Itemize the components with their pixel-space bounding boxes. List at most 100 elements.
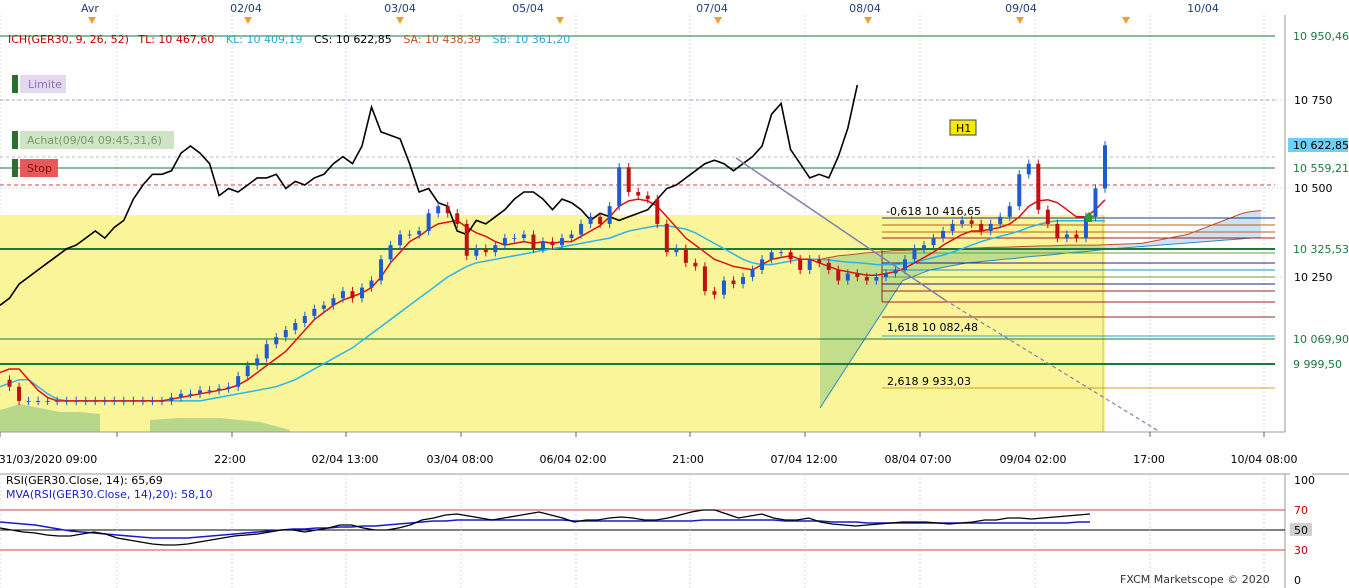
time-tick-label: 08/04 07:00: [885, 453, 952, 466]
candle-up: [293, 323, 298, 331]
candle-down: [598, 216, 603, 224]
top-axis-bg: [0, 0, 1285, 15]
candle-down: [864, 277, 869, 281]
candle-up: [436, 206, 441, 214]
candle-up: [1103, 145, 1107, 189]
candle-down: [7, 379, 12, 387]
candle-down: [836, 269, 841, 281]
fib-label-2618: 2,618 9 933,03: [887, 375, 971, 388]
price-tag-label: 10 950,46: [1293, 30, 1349, 43]
candle-up: [1064, 234, 1069, 239]
candle-up: [207, 390, 212, 392]
candle-up: [1026, 163, 1031, 175]
candle-up: [560, 238, 565, 246]
candle-up: [922, 245, 927, 249]
footer-credit: FXCM Marketscope © 2020: [1120, 573, 1270, 586]
candle-up: [874, 277, 879, 281]
candle-up: [236, 376, 241, 387]
candle-up: [960, 220, 965, 224]
candle-down: [712, 291, 717, 295]
candle-down: [817, 259, 822, 263]
candle-down: [683, 248, 688, 263]
candle-up: [274, 337, 279, 345]
candle-up: [188, 393, 193, 395]
chart-canvas[interactable]: Avr 02/04 03/04 05/04 07/04 08/04 09/04 10/04 1…: [0, 0, 1349, 588]
time-tick-label: 31/03/2020 09:00: [0, 453, 97, 466]
price-tick-label: 10 500: [1294, 182, 1333, 195]
candle-up: [579, 223, 584, 235]
candle-up: [1007, 206, 1012, 217]
candle-up: [750, 269, 755, 277]
candle-up: [540, 241, 545, 249]
candle-down: [655, 199, 660, 224]
price-tag-label: 9 999,50: [1293, 358, 1342, 371]
fib-label-neg0618: -0,618 10 416,65: [886, 205, 981, 218]
time-tick-label: 06/04 02:00: [540, 453, 607, 466]
candle-up: [159, 400, 164, 402]
tenkan-value: TL: 10 467,60: [137, 33, 214, 46]
time-tick-label: 07/04 12:00: [771, 453, 838, 466]
top-date-label: Avr: [81, 2, 99, 15]
candle-up: [1017, 174, 1022, 207]
top-date-label: 05/04: [512, 2, 544, 15]
price-tag-label: 10 559,21: [1293, 162, 1349, 175]
time-tick-label: 10/04 08:00: [1231, 453, 1298, 466]
candle-up: [83, 400, 88, 402]
candle-up: [102, 400, 107, 402]
candle-up: [407, 234, 412, 236]
candle-down: [979, 223, 984, 231]
candle-up: [169, 397, 174, 401]
price-tag-label: 10 325,53: [1293, 243, 1349, 256]
candle-down: [1074, 234, 1079, 239]
candle-up: [912, 248, 917, 260]
candle-up: [902, 259, 907, 270]
candle-up: [388, 245, 393, 260]
candle-up: [245, 365, 250, 377]
candle-up: [779, 252, 784, 254]
limit-order-tag[interactable]: Limite: [12, 75, 66, 93]
rsi-level-label: 70: [1294, 504, 1308, 517]
candle-up: [417, 230, 422, 235]
candle-up: [140, 400, 145, 402]
candle-up: [502, 238, 507, 246]
candle-up: [769, 252, 774, 260]
buy-order-tag[interactable]: Achat(09/04 09:45,31,6): [12, 131, 174, 149]
candle-down: [702, 266, 707, 292]
candle-up: [721, 280, 726, 295]
time-axis: 31/03/2020 09:00 22:00 02/04 13:00 03/04 08…: [0, 431, 1349, 470]
candle-down: [826, 262, 831, 270]
candle-down: [445, 206, 450, 214]
candle-up: [321, 305, 326, 309]
candle-down: [731, 280, 736, 285]
candle-down: [1036, 163, 1041, 210]
candle-up: [74, 400, 79, 402]
candle-up: [178, 393, 183, 398]
time-tick-label: 09/04 02:00: [1000, 453, 1067, 466]
buy-label: Achat(09/04 09:45,31,6): [27, 134, 162, 147]
time-tick-label: 21:00: [672, 453, 704, 466]
candle-up: [998, 216, 1003, 224]
candle-down: [350, 291, 355, 299]
candle-up: [569, 234, 574, 239]
candle-up: [379, 259, 384, 281]
candle-up: [255, 358, 260, 366]
rsi-label: RSI(GER30.Close, 14): 65,69: [6, 474, 163, 487]
candle-down: [664, 223, 669, 253]
candle-up: [950, 223, 955, 231]
time-tick-label: 17:00: [1133, 453, 1165, 466]
candle-up: [340, 291, 345, 299]
candle-up: [26, 400, 31, 402]
candle-up: [369, 280, 374, 288]
stop-label: Stop: [27, 162, 52, 175]
span-a-value: SA: 10 438,39: [403, 33, 481, 46]
time-tick-label: 03/04 08:00: [427, 453, 494, 466]
candle-down: [17, 386, 22, 401]
span-b-value: SB: 10 361,20: [493, 33, 571, 46]
candle-down: [1045, 209, 1050, 224]
ich-params: ICH(GER30, 9, 26, 52): [8, 33, 129, 46]
candle-down: [455, 213, 460, 224]
candle-up: [807, 259, 812, 270]
candle-up: [150, 400, 155, 402]
candle-up: [121, 400, 126, 402]
candle-down: [855, 273, 860, 277]
